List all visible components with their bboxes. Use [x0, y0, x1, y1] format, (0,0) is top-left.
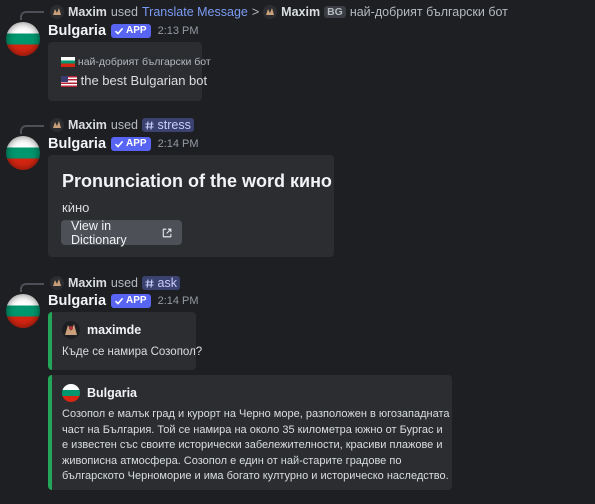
slash-command-icon: [145, 121, 154, 130]
target-message-preview[interactable]: най-добрият български бот: [350, 5, 508, 19]
message-header: Bulgaria APP 2:14 PM: [48, 136, 199, 152]
message-header: Bulgaria APP 2:13 PM: [48, 23, 199, 39]
reply-connector: [20, 125, 44, 134]
timestamp[interactable]: 2:14 PM: [158, 138, 199, 150]
stress-command-link[interactable]: stress: [142, 118, 194, 132]
chevron-right-icon: >: [251, 5, 260, 19]
app-badge: APP: [111, 294, 151, 308]
app-badge-label: APP: [126, 138, 147, 149]
reply-used-text: used: [110, 5, 139, 19]
message-header: Bulgaria APP 2:14 PM: [48, 293, 199, 309]
translation-card: най-добрият български бот the best Bulga…: [48, 42, 211, 101]
reply-connector: [20, 11, 44, 20]
maxim-avatar-small[interactable]: [50, 276, 64, 290]
reply-used-text: used: [110, 276, 139, 290]
bot-check-icon: [114, 297, 124, 305]
external-link-icon: [162, 228, 172, 237]
reply-username[interactable]: Maxim: [68, 5, 107, 19]
language-tag: BG: [324, 6, 346, 18]
reply-context[interactable]: Maxim used Translate Message > Maxim BG …: [50, 5, 508, 19]
bulgaria-embed-avatar[interactable]: [62, 384, 80, 402]
original-text-line: най-добрият български бот: [61, 56, 211, 68]
question-text: Къде се намира Созопол?: [62, 346, 203, 358]
translated-text: the best Bulgarian bot: [80, 73, 208, 88]
question-author-row: maximde: [62, 321, 141, 339]
maximde-avatar[interactable]: [62, 321, 80, 339]
reply-context[interactable]: Maxim used ask: [50, 276, 180, 290]
command-name[interactable]: ask: [158, 276, 177, 290]
reply-connector: [20, 283, 44, 292]
answer-author-row: Bulgaria: [62, 384, 137, 402]
answer-embed: Bulgaria Созопол е малък град и курорт н…: [48, 375, 452, 490]
translate-command-link[interactable]: Translate Message: [142, 5, 248, 19]
embed-title: Pronunciation of the word кино: [62, 171, 332, 191]
app-badge-label: APP: [126, 295, 147, 306]
original-text: най-добрият български бот: [77, 56, 211, 68]
bulgaria-avatar[interactable]: [6, 22, 40, 56]
answer-text: Созопол е малък град и курорт на Черно м…: [62, 408, 450, 482]
reply-context[interactable]: Maxim used stress: [50, 118, 194, 132]
bot-check-icon: [114, 27, 124, 35]
timestamp[interactable]: 2:14 PM: [158, 295, 199, 307]
question-author[interactable]: maximde: [87, 323, 141, 337]
target-username[interactable]: Maxim: [281, 5, 320, 19]
pronunciation-card: Pronunciation of the word кино кѝно View…: [48, 155, 334, 257]
question-embed: maximde Къде се намира Созопол?: [48, 312, 202, 370]
ask-command-link[interactable]: ask: [142, 276, 180, 290]
maxim-avatar-small[interactable]: [50, 5, 64, 19]
stressed-word: кѝно: [62, 200, 90, 215]
maxim-avatar-small[interactable]: [263, 5, 278, 19]
app-badge-label: APP: [126, 25, 147, 36]
bulgaria-flag-icon: [61, 57, 75, 68]
us-flag-icon: [61, 76, 77, 88]
app-badge: APP: [111, 24, 151, 38]
author-name[interactable]: Bulgaria: [48, 23, 106, 39]
bulgaria-avatar[interactable]: [6, 294, 40, 328]
bulgaria-avatar[interactable]: [6, 136, 40, 170]
timestamp[interactable]: 2:13 PM: [158, 25, 199, 37]
author-name[interactable]: Bulgaria: [48, 293, 106, 309]
translated-text-line: the best Bulgarian bot: [61, 73, 207, 88]
reply-username[interactable]: Maxim: [68, 276, 107, 290]
author-name[interactable]: Bulgaria: [48, 136, 106, 152]
reply-used-text: used: [110, 118, 139, 132]
view-in-dictionary-button[interactable]: View in Dictionary: [61, 219, 182, 247]
button-label[interactable]: View in Dictionary: [71, 219, 155, 247]
maxim-avatar-small[interactable]: [50, 118, 64, 132]
bot-check-icon: [114, 140, 124, 148]
reply-username[interactable]: Maxim: [68, 118, 107, 132]
command-name[interactable]: stress: [158, 118, 191, 132]
app-badge: APP: [111, 137, 151, 151]
slash-command-icon: [145, 279, 154, 288]
answer-author[interactable]: Bulgaria: [87, 386, 137, 400]
